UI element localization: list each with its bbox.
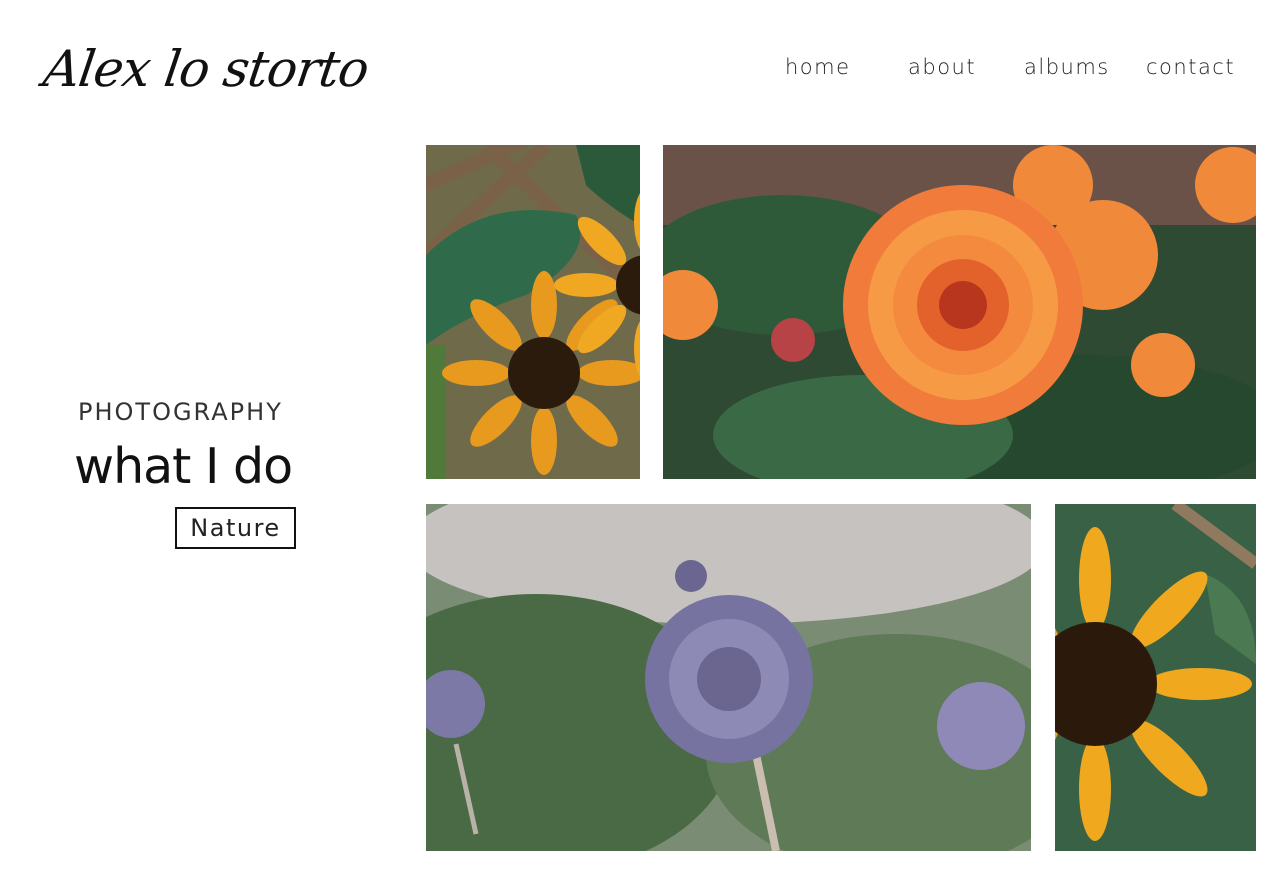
gallery-photo-dahlia[interactable]	[663, 145, 1256, 479]
gallery-photo-sunflowers[interactable]	[426, 145, 640, 479]
thistle-image	[426, 504, 1031, 851]
sunflowers-image	[426, 145, 640, 479]
nature-button[interactable]: Nature	[175, 507, 296, 549]
gallery-photo-sunflower[interactable]	[1055, 504, 1256, 851]
nav-home-link[interactable]: home	[785, 55, 851, 79]
nav-albums-link[interactable]: albums	[1024, 55, 1110, 79]
nav-about-link[interactable]: about	[908, 55, 976, 79]
nav-contact-link[interactable]: contact	[1146, 55, 1235, 79]
brand-logo[interactable]: Alex lo storto	[39, 34, 372, 104]
dahlia-image	[663, 145, 1256, 479]
section-eyebrow: PHOTOGRAPHY	[78, 398, 283, 426]
section-title: what I do	[74, 438, 293, 495]
gallery-photo-thistle[interactable]	[426, 504, 1031, 851]
sunflower-image	[1055, 504, 1256, 851]
